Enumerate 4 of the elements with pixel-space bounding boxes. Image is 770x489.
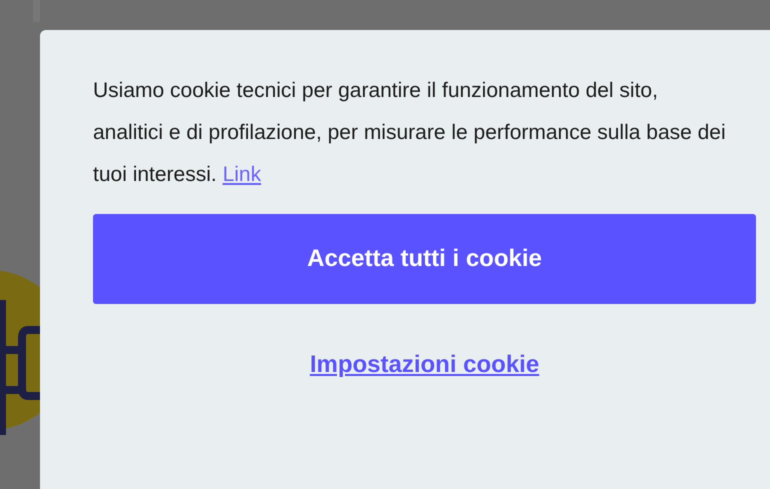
- cookie-message: Usiamo cookie tecnici per garantire il funzionamento del sito, analitici e di profilazione, per misurare le performance sulla base dei tuoi interessi. Link: [93, 78, 727, 188]
- cookie-settings-link[interactable]: Impostazioni cookie: [310, 351, 540, 379]
- info-link[interactable]: Link: [222, 163, 262, 186]
- accept-cookies-button[interactable]: Accetta tutti i cookie: [93, 214, 756, 304]
